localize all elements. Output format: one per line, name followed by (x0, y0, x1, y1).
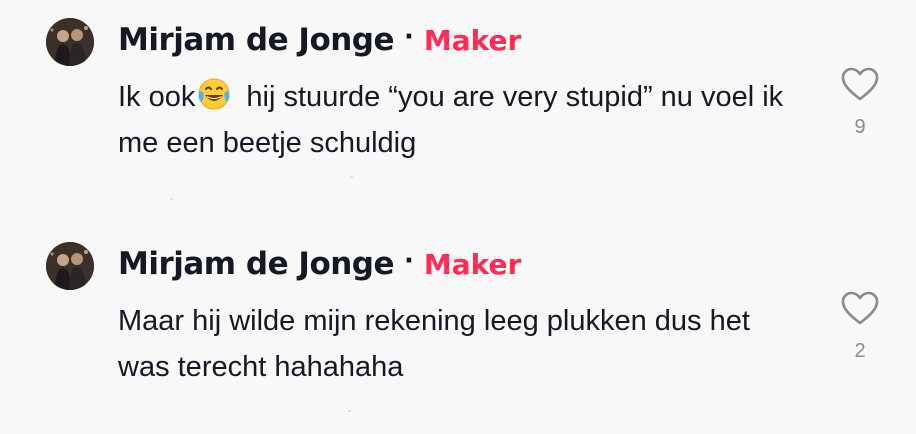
heart-outline-icon (841, 291, 879, 325)
comment-text: Ik ook hij stuurde “you are very stupid”… (118, 74, 798, 166)
avatar[interactable] (46, 242, 94, 290)
heart-outline-icon (841, 67, 879, 101)
comment-header: Mirjam de Jonge · Maker (118, 20, 521, 60)
creator-badge: Maker (423, 247, 522, 281)
username[interactable]: Mirjam de Jonge (118, 22, 395, 58)
separator-dot: · (404, 246, 414, 276)
like-count: 9 (854, 116, 866, 138)
divider-mark (170, 198, 173, 200)
comment-text: Maar hij wilde mijn rekening leeg plukke… (118, 305, 750, 383)
comment-header: Mirjam de Jonge · Maker (118, 244, 521, 284)
separator-dot: · (404, 22, 414, 52)
like-count: 2 (854, 340, 866, 362)
creator-badge: Maker (423, 23, 522, 57)
like-button[interactable]: 2 (838, 290, 882, 363)
avatar[interactable] (46, 18, 94, 66)
like-button[interactable]: 9 (838, 66, 882, 139)
divider-mark (350, 176, 353, 178)
face-with-tears-of-joy-icon (198, 78, 230, 110)
comment-item: Mirjam de Jonge · Maker Maar hij wilde m… (0, 236, 916, 426)
comment-item: Mirjam de Jonge · Maker Ik ook hij stuur… (0, 12, 916, 202)
username[interactable]: Mirjam de Jonge (118, 246, 395, 282)
comment-text-start: Ik ook (118, 81, 196, 113)
divider-mark (348, 410, 351, 412)
